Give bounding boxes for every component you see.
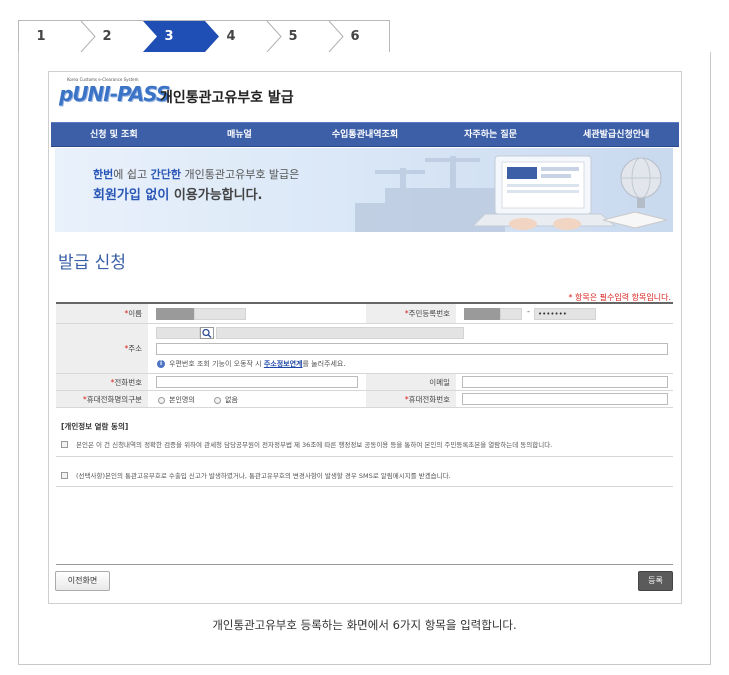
divider: [56, 486, 673, 487]
rrn-dash: -: [527, 307, 530, 316]
register-button[interactable]: 등록: [638, 571, 673, 591]
address-help: i 우편번호 조회 기능이 오동작 시 주소정보연계 를 눌러주세요.: [157, 359, 346, 369]
mobile-input[interactable]: [462, 393, 668, 405]
step-1: 1: [36, 29, 46, 44]
checkbox[interactable]: [61, 471, 68, 479]
info-icon: i: [157, 360, 165, 368]
rrn-label: * 주민등록번호: [366, 304, 456, 323]
page-title: 발급 신청: [58, 253, 126, 273]
step-divider: [80, 21, 96, 52]
prev-screen-button[interactable]: 이전화면: [55, 571, 110, 591]
name-input-masked[interactable]: [156, 308, 194, 320]
form-row-address: * 주소 i 우편번호 조회 기능이 오동작 시 주소정보연계 를 눌러주세요.: [56, 324, 673, 374]
consent-item-1[interactable]: 본인은 이 건 신청내역의 정확한 검증을 위하여 관세청 담당공무원이 전자정…: [61, 439, 552, 449]
step-3: 3: [164, 29, 174, 44]
radio-self[interactable]: 본인명의: [158, 395, 195, 405]
step-arrows: [80, 21, 344, 52]
step-divider: [328, 21, 344, 52]
form-row-mobile: * 휴대전화명의구분 본인명의 없음 * 휴대전화번호: [56, 391, 673, 408]
zipcode-input[interactable]: [156, 327, 200, 339]
mobile-label: * 휴대전화번호: [366, 391, 456, 407]
banner-line-2: 회원가입 없이 이용가능합니다.: [93, 188, 263, 203]
consent-item-2[interactable]: (선택사항)본인의 통관고유부호로 수출입 신고가 발생하였거나, 통관고유부호…: [61, 470, 451, 480]
step-divider: [266, 21, 282, 52]
mobile-type-label: * 휴대전화명의구분: [56, 391, 148, 407]
radio-circle: [214, 396, 221, 404]
checkbox[interactable]: [61, 440, 68, 448]
logo-text: pUNI-PASS: [59, 82, 170, 106]
step-progress-bar: 1 2 3 4 5 6: [18, 20, 390, 53]
radio-none[interactable]: 없음: [214, 395, 238, 405]
nav-item-faq[interactable]: 자주하는 질문: [428, 123, 554, 146]
form-row-name: * 이름 * 주민등록번호 - •••••••: [56, 304, 673, 324]
address-label: * 주소: [56, 324, 148, 373]
name-input[interactable]: [194, 308, 246, 320]
nav-item-import-history[interactable]: 수입통관내역조회: [302, 123, 428, 146]
email-input[interactable]: [462, 376, 668, 388]
divider: [56, 564, 673, 565]
nav-item-customs-guide[interactable]: 세관발급신청안내: [553, 123, 679, 146]
phone-label: * 전화번호: [56, 374, 148, 390]
nav-item-apply[interactable]: 신청 및 조회: [51, 123, 177, 146]
address-detail-input[interactable]: [156, 343, 668, 355]
email-label: 이메일: [366, 374, 456, 390]
address-link[interactable]: 주소정보연계: [264, 359, 303, 369]
rrn-back-input[interactable]: •••••••: [534, 308, 596, 320]
caption: 개인통관고유부호 등록하는 화면에서 6가지 항목을 입력합니다.: [212, 618, 517, 632]
rrn-front-masked[interactable]: [464, 308, 500, 320]
banner-line-1: 한번에 쉽고 간단한 개인통관고유부호 발급은: [93, 168, 300, 181]
main-nav: 신청 및 조회 매뉴얼 수입통관내역조회 자주하는 질문 세관발급신청안내: [51, 122, 679, 147]
zipcode-search-button[interactable]: [200, 327, 214, 339]
step-5: 5: [288, 29, 298, 44]
step-active-shape: [143, 21, 219, 52]
step-6: 6: [350, 29, 360, 44]
nav-item-manual[interactable]: 매뉴얼: [177, 123, 303, 146]
globe-icon: [620, 157, 662, 208]
address-base-input[interactable]: [216, 327, 464, 339]
radio-circle: [158, 396, 165, 404]
consent-title: [개인정보 열람 동의]: [61, 422, 129, 431]
name-label: * 이름: [56, 304, 148, 323]
unipass-window: Korea Customs e-Clearance System pUNI-PA…: [48, 71, 682, 604]
step-2: 2: [102, 29, 112, 44]
rrn-front-input[interactable]: [500, 308, 522, 320]
divider: [56, 456, 673, 457]
app-title: 개인통관고유부호 발급: [160, 90, 294, 106]
promo-banner: 한번에 쉽고 간단한 개인통관고유부호 발급은 회원가입 없이 이용가능합니다.: [55, 148, 673, 232]
step-4: 4: [226, 29, 236, 44]
form-row-phone: * 전화번호 이메일: [56, 374, 673, 391]
phone-input[interactable]: [156, 376, 358, 388]
search-icon: [202, 328, 212, 338]
application-form: * 이름 * 주민등록번호 - ••••••• * 주소 i 우편번호 조회 기능이 …: [56, 302, 673, 408]
